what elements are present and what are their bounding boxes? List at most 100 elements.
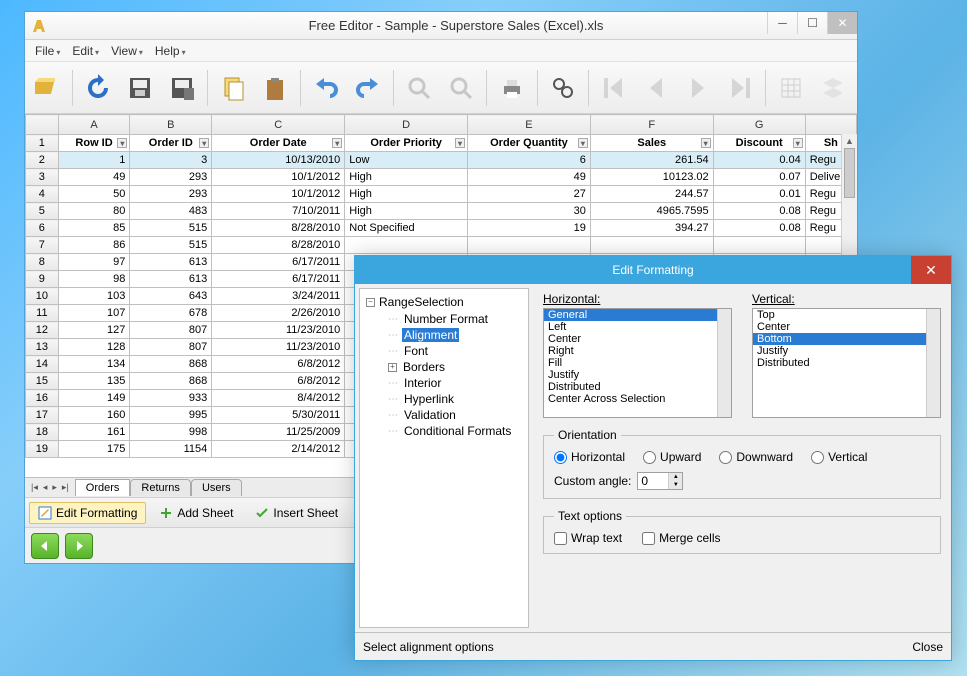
cell[interactable]: 11/25/2009: [212, 424, 345, 441]
cell[interactable]: 515: [130, 237, 212, 254]
option-left[interactable]: Left: [544, 321, 731, 333]
cell[interactable]: 127: [58, 322, 130, 339]
cell[interactable]: 483: [130, 203, 212, 220]
filter-icon[interactable]: ▾: [332, 138, 342, 148]
row-header[interactable]: 7: [26, 237, 59, 254]
listbox-scrollbar[interactable]: [717, 309, 731, 417]
cell[interactable]: 5/30/2011: [212, 407, 345, 424]
option-center[interactable]: Center: [544, 333, 731, 345]
option-justify[interactable]: Justify: [753, 345, 940, 357]
zoomout-button[interactable]: [441, 68, 481, 108]
field-header[interactable]: Sales▾: [590, 135, 713, 152]
col-header-G[interactable]: G: [713, 115, 805, 135]
cell[interactable]: 6/8/2012: [212, 373, 345, 390]
row-header[interactable]: 15: [26, 373, 59, 390]
table-row[interactable]: 21310/13/2010Low6261.540.04Regu: [26, 152, 857, 169]
orientation-radio[interactable]: [643, 451, 656, 464]
saveas-button[interactable]: [162, 68, 202, 108]
menu-help[interactable]: Help▾: [149, 42, 192, 60]
cell[interactable]: 10/13/2010: [212, 152, 345, 169]
close-button[interactable]: ✕: [827, 12, 857, 34]
cell[interactable]: Low: [345, 152, 468, 169]
filter-icon[interactable]: ▾: [793, 138, 803, 148]
sheet-tab-users[interactable]: Users: [191, 479, 242, 496]
cell[interactable]: 107: [58, 305, 130, 322]
last-button[interactable]: [720, 68, 760, 108]
option-right[interactable]: Right: [544, 345, 731, 357]
filter-icon[interactable]: ▾: [199, 138, 209, 148]
field-header[interactable]: Row ID▾: [58, 135, 130, 152]
cell[interactable]: 4965.7595: [590, 203, 713, 220]
expand-icon[interactable]: +: [388, 363, 397, 372]
table-row[interactable]: 7865158/28/2010: [26, 237, 857, 254]
edit-formatting-button[interactable]: Edit Formatting: [29, 502, 146, 524]
collapse-icon[interactable]: −: [366, 298, 375, 307]
col-header-F[interactable]: F: [590, 115, 713, 135]
sheet-tab-returns[interactable]: Returns: [130, 479, 191, 496]
row-header[interactable]: 4: [26, 186, 59, 203]
cell[interactable]: 6/17/2011: [212, 254, 345, 271]
cell[interactable]: 643: [130, 288, 212, 305]
cell[interactable]: 1154: [130, 441, 212, 458]
tree-item-alignment[interactable]: ⋯Alignment: [386, 327, 522, 343]
cell[interactable]: 6/17/2011: [212, 271, 345, 288]
cell[interactable]: 161: [58, 424, 130, 441]
scroll-thumb[interactable]: [844, 148, 855, 198]
cell[interactable]: 613: [130, 271, 212, 288]
cell[interactable]: 0.08: [713, 220, 805, 237]
tree-item-conditional-formats[interactable]: ⋯Conditional Formats: [386, 423, 522, 439]
cell[interactable]: 3: [130, 152, 212, 169]
option-top[interactable]: Top: [753, 309, 940, 321]
prev-record-icon[interactable]: ◂: [41, 482, 50, 493]
cell[interactable]: [468, 237, 591, 254]
cell[interactable]: 7/10/2011: [212, 203, 345, 220]
field-header[interactable]: Order Quantity▾: [468, 135, 591, 152]
cell[interactable]: 613: [130, 254, 212, 271]
dialog-close-button[interactable]: ✕: [911, 256, 951, 284]
option-distributed[interactable]: Distributed: [753, 357, 940, 369]
row-header[interactable]: 5: [26, 203, 59, 220]
filter-icon[interactable]: ▾: [117, 138, 127, 148]
row-header[interactable]: 13: [26, 339, 59, 356]
cell[interactable]: 394.27: [590, 220, 713, 237]
cell[interactable]: 134: [58, 356, 130, 373]
prev-button[interactable]: [636, 68, 676, 108]
row-header[interactable]: 17: [26, 407, 59, 424]
orientation-horizontal[interactable]: Horizontal: [554, 450, 625, 464]
forward-button[interactable]: [65, 533, 93, 559]
cell[interactable]: 515: [130, 220, 212, 237]
table-row[interactable]: 5804837/10/2011High304965.75950.08Regu: [26, 203, 857, 220]
cell[interactable]: 998: [130, 424, 212, 441]
cell[interactable]: 85: [58, 220, 130, 237]
cell[interactable]: 0.07: [713, 169, 805, 186]
cell[interactable]: 135: [58, 373, 130, 390]
cell[interactable]: 0.01: [713, 186, 805, 203]
zoomin-button[interactable]: [399, 68, 439, 108]
option-distributed[interactable]: Distributed: [544, 381, 731, 393]
table-row[interactable]: 34929310/1/2012High4910123.020.07Delive: [26, 169, 857, 186]
cell[interactable]: 244.57: [590, 186, 713, 203]
tree-root[interactable]: − RangeSelection: [366, 295, 522, 309]
cell[interactable]: 2/26/2010: [212, 305, 345, 322]
first-record-icon[interactable]: |◂: [29, 482, 40, 493]
cell[interactable]: 933: [130, 390, 212, 407]
row-header[interactable]: 9: [26, 271, 59, 288]
row-header[interactable]: 1: [26, 135, 59, 152]
cell[interactable]: 3/24/2011: [212, 288, 345, 305]
row-header[interactable]: 10: [26, 288, 59, 305]
cell[interactable]: 97: [58, 254, 130, 271]
minimize-button[interactable]: ─: [767, 12, 797, 34]
cell[interactable]: 49: [468, 169, 591, 186]
cell[interactable]: 19: [468, 220, 591, 237]
cell[interactable]: [345, 237, 468, 254]
orientation-radio[interactable]: [719, 451, 732, 464]
custom-angle-spinner[interactable]: ▲▼: [637, 472, 683, 490]
spin-up-icon[interactable]: ▲: [669, 473, 682, 481]
cell[interactable]: 678: [130, 305, 212, 322]
filter-icon[interactable]: ▾: [578, 138, 588, 148]
tree-item-font[interactable]: ⋯Font: [386, 343, 522, 359]
cell[interactable]: 868: [130, 356, 212, 373]
row-header[interactable]: 2: [26, 152, 59, 169]
field-header[interactable]: Order Priority▾: [345, 135, 468, 152]
tree-item-interior[interactable]: ⋯Interior: [386, 375, 522, 391]
